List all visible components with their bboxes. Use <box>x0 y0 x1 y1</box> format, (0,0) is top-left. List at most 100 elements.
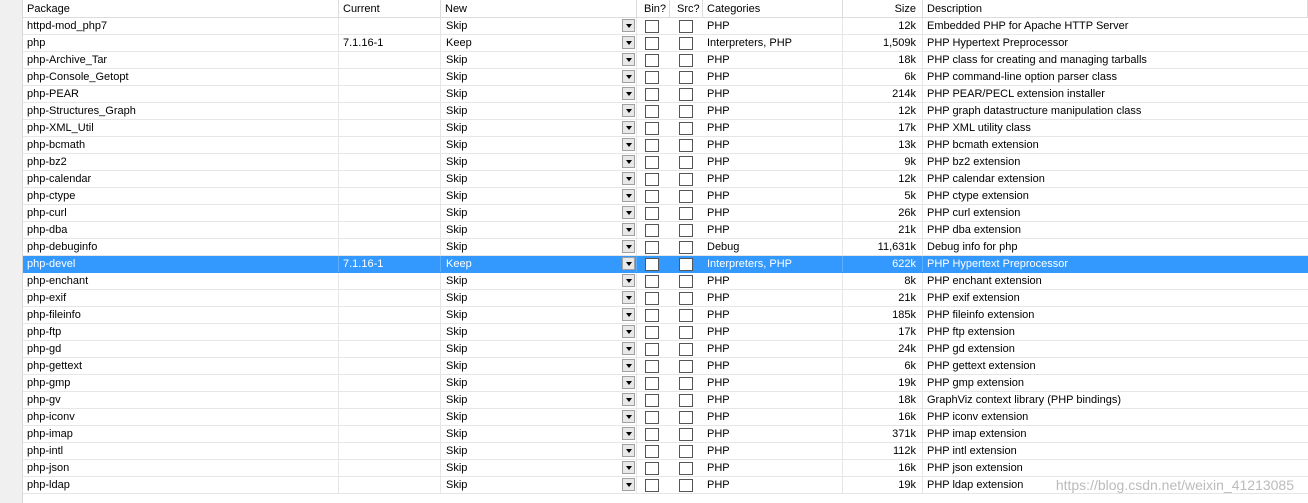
header-new[interactable]: New <box>441 0 637 18</box>
dropdown-button[interactable] <box>622 53 635 66</box>
dropdown-button[interactable] <box>622 19 635 32</box>
src-checkbox[interactable] <box>679 479 693 492</box>
dropdown-button[interactable] <box>622 121 635 134</box>
bin-checkbox[interactable] <box>645 241 659 254</box>
new-action-dropdown[interactable]: Skip <box>441 239 637 255</box>
table-row[interactable]: php-iconv Skip PHP 16k PHP iconv extension <box>23 409 1308 426</box>
table-row[interactable]: php-PEAR Skip PHP 214k PHP PEAR/PECL extensi… <box>23 86 1308 103</box>
dropdown-button[interactable] <box>622 342 635 355</box>
bin-checkbox[interactable] <box>645 139 659 152</box>
dropdown-button[interactable] <box>622 359 635 372</box>
new-action-dropdown[interactable]: Skip <box>441 103 637 119</box>
table-row[interactable]: php-devel 7.1.16-1 Keep Interpreters, PHP 62… <box>23 256 1308 273</box>
bin-checkbox[interactable] <box>645 411 659 424</box>
src-checkbox[interactable] <box>679 275 693 288</box>
src-checkbox[interactable] <box>679 377 693 390</box>
table-row[interactable]: php-curl Skip PHP 26k PHP curl extension <box>23 205 1308 222</box>
new-action-dropdown[interactable]: Skip <box>441 273 637 289</box>
src-checkbox[interactable] <box>679 139 693 152</box>
bin-checkbox[interactable] <box>645 343 659 356</box>
new-action-dropdown[interactable]: Skip <box>441 375 637 391</box>
dropdown-button[interactable] <box>622 36 635 49</box>
src-checkbox[interactable] <box>679 173 693 186</box>
bin-checkbox[interactable] <box>645 173 659 186</box>
dropdown-button[interactable] <box>622 189 635 202</box>
table-row[interactable]: php-dba Skip PHP 21k PHP dba extension <box>23 222 1308 239</box>
src-checkbox[interactable] <box>679 20 693 33</box>
new-action-dropdown[interactable]: Skip <box>441 154 637 170</box>
bin-checkbox[interactable] <box>645 445 659 458</box>
table-row[interactable]: php-imap Skip PHP 371k PHP imap extension <box>23 426 1308 443</box>
src-checkbox[interactable] <box>679 37 693 50</box>
new-action-dropdown[interactable]: Skip <box>441 171 637 187</box>
bin-checkbox[interactable] <box>645 20 659 33</box>
dropdown-button[interactable] <box>622 257 635 270</box>
table-row[interactable]: php-Archive_Tar Skip PHP 18k PHP class for c… <box>23 52 1308 69</box>
dropdown-button[interactable] <box>622 104 635 117</box>
src-checkbox[interactable] <box>679 122 693 135</box>
bin-checkbox[interactable] <box>645 292 659 305</box>
table-row[interactable]: php-Console_Getopt Skip PHP 6k PHP command-l… <box>23 69 1308 86</box>
dropdown-button[interactable] <box>622 461 635 474</box>
table-row[interactable]: php-ldap Skip PHP 19k PHP ldap extension <box>23 477 1308 494</box>
new-action-dropdown[interactable]: Skip <box>441 188 637 204</box>
header-categories[interactable]: Categories <box>703 0 843 18</box>
bin-checkbox[interactable] <box>645 224 659 237</box>
table-row[interactable]: php-fileinfo Skip PHP 185k PHP fileinfo exte… <box>23 307 1308 324</box>
bin-checkbox[interactable] <box>645 207 659 220</box>
src-checkbox[interactable] <box>679 292 693 305</box>
table-row[interactable]: php-intl Skip PHP 112k PHP intl extension <box>23 443 1308 460</box>
dropdown-button[interactable] <box>622 427 635 440</box>
table-row[interactable]: php-bcmath Skip PHP 13k PHP bcmath extension <box>23 137 1308 154</box>
src-checkbox[interactable] <box>679 105 693 118</box>
new-action-dropdown[interactable]: Skip <box>441 392 637 408</box>
src-checkbox[interactable] <box>679 258 693 271</box>
src-checkbox[interactable] <box>679 207 693 220</box>
src-checkbox[interactable] <box>679 309 693 322</box>
table-row[interactable]: php-gd Skip PHP 24k PHP gd extension <box>23 341 1308 358</box>
new-action-dropdown[interactable]: Skip <box>441 137 637 153</box>
dropdown-button[interactable] <box>622 240 635 253</box>
new-action-dropdown[interactable]: Skip <box>441 307 637 323</box>
new-action-dropdown[interactable]: Skip <box>441 205 637 221</box>
bin-checkbox[interactable] <box>645 54 659 67</box>
table-row[interactable]: php-debuginfo Skip Debug 11,631k Debug info … <box>23 239 1308 256</box>
new-action-dropdown[interactable]: Skip <box>441 341 637 357</box>
table-row[interactable]: php 7.1.16-1 Keep Interpreters, PHP 1,509k PH… <box>23 35 1308 52</box>
src-checkbox[interactable] <box>679 428 693 441</box>
src-checkbox[interactable] <box>679 411 693 424</box>
src-checkbox[interactable] <box>679 343 693 356</box>
table-row[interactable]: php-gv Skip PHP 18k GraphViz context library… <box>23 392 1308 409</box>
bin-checkbox[interactable] <box>645 122 659 135</box>
bin-checkbox[interactable] <box>645 479 659 492</box>
src-checkbox[interactable] <box>679 156 693 169</box>
src-checkbox[interactable] <box>679 360 693 373</box>
src-checkbox[interactable] <box>679 241 693 254</box>
new-action-dropdown[interactable]: Skip <box>441 222 637 238</box>
src-checkbox[interactable] <box>679 190 693 203</box>
header-current[interactable]: Current <box>339 0 441 18</box>
dropdown-button[interactable] <box>622 274 635 287</box>
bin-checkbox[interactable] <box>645 275 659 288</box>
bin-checkbox[interactable] <box>645 105 659 118</box>
header-package[interactable]: Package <box>23 0 339 18</box>
table-row[interactable]: php-gmp Skip PHP 19k PHP gmp extension <box>23 375 1308 392</box>
new-action-dropdown[interactable]: Skip <box>441 409 637 425</box>
dropdown-button[interactable] <box>622 444 635 457</box>
new-action-dropdown[interactable]: Skip <box>441 52 637 68</box>
dropdown-button[interactable] <box>622 172 635 185</box>
header-bin[interactable]: Bin? <box>637 0 670 18</box>
src-checkbox[interactable] <box>679 445 693 458</box>
table-row[interactable]: php-bz2 Skip PHP 9k PHP bz2 extension <box>23 154 1308 171</box>
new-action-dropdown[interactable]: Skip <box>441 69 637 85</box>
src-checkbox[interactable] <box>679 54 693 67</box>
header-src[interactable]: Src? <box>670 0 703 18</box>
src-checkbox[interactable] <box>679 394 693 407</box>
bin-checkbox[interactable] <box>645 88 659 101</box>
dropdown-button[interactable] <box>622 410 635 423</box>
dropdown-button[interactable] <box>622 155 635 168</box>
new-action-dropdown[interactable]: Skip <box>441 358 637 374</box>
header-size[interactable]: Size <box>843 0 923 18</box>
table-row[interactable]: php-Structures_Graph Skip PHP 12k PHP graph … <box>23 103 1308 120</box>
src-checkbox[interactable] <box>679 71 693 84</box>
